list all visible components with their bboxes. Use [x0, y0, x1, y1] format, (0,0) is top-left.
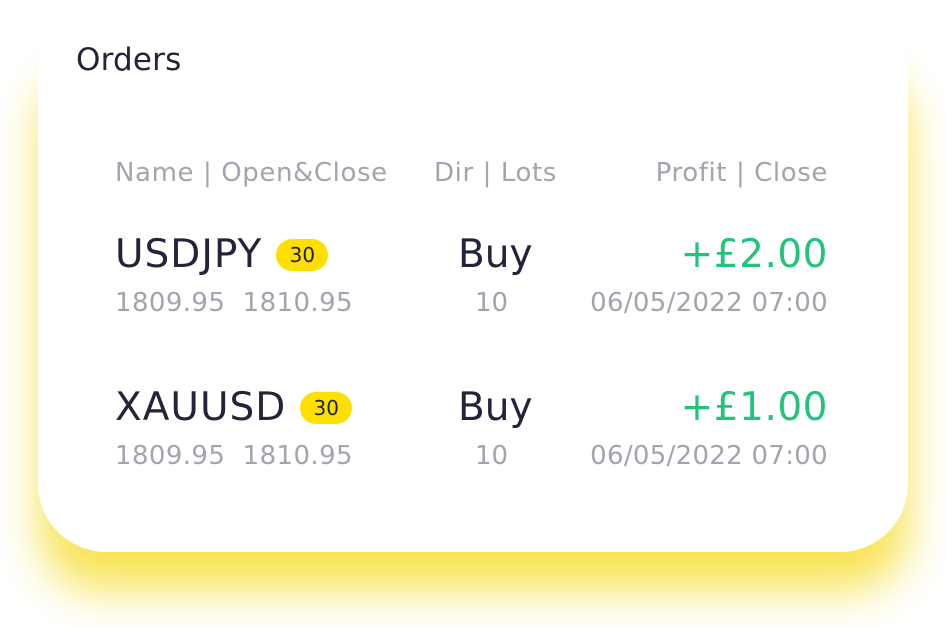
order-lots: 10 — [475, 288, 509, 318]
order-open-close-prices: 1809.95 1810.95 — [115, 288, 353, 318]
order-row[interactable]: USDJPY 30 Buy +£2.00 1809.95 1810.95 10 … — [38, 232, 908, 342]
order-symbol: USDJPY — [115, 232, 263, 277]
header-name-open-close: Name | Open&Close — [115, 158, 388, 188]
symbol-group: USDJPY 30 — [115, 232, 329, 277]
symbol-group: XAUUSD 30 — [115, 385, 353, 430]
order-open-close-prices: 1809.95 1810.95 — [115, 441, 353, 471]
order-close-time: 06/05/2022 07:00 — [590, 441, 828, 471]
orders-stage: Orders Name | Open&Close Dir | Lots Prof… — [0, 0, 946, 628]
card-title: Orders — [76, 42, 182, 78]
header-dir-lots: Dir | Lots — [434, 158, 557, 188]
orders-card: Orders Name | Open&Close Dir | Lots Prof… — [38, 0, 908, 552]
order-profit: +£2.00 — [680, 232, 828, 277]
order-row[interactable]: XAUUSD 30 Buy +£1.00 1809.95 1810.95 10 … — [38, 385, 908, 495]
leverage-badge: 30 — [276, 238, 329, 271]
order-close-time: 06/05/2022 07:00 — [590, 288, 828, 318]
order-symbol: XAUUSD — [115, 385, 287, 430]
leverage-badge: 30 — [300, 391, 353, 424]
order-lots: 10 — [475, 441, 509, 471]
order-direction: Buy — [458, 385, 533, 430]
header-profit-close: Profit | Close — [655, 158, 828, 188]
order-direction: Buy — [458, 232, 533, 277]
order-profit: +£1.00 — [680, 385, 828, 430]
